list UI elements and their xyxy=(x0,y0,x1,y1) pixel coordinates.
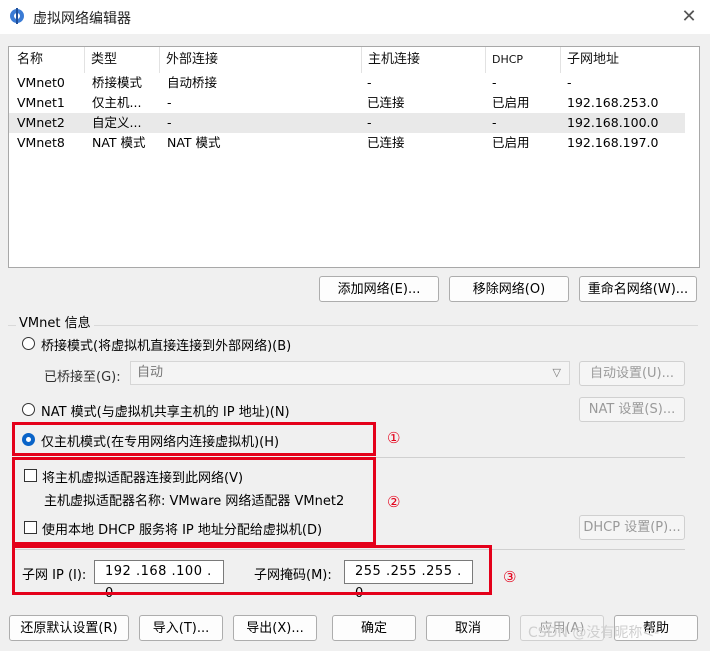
network-table[interactable]: 名称 类型 外部连接 主机连接 DHCP 子网地址 VMnet0 桥接模式 自动… xyxy=(8,46,700,268)
remove-network-button[interactable]: 移除网络(O) xyxy=(449,276,569,302)
column-header-type[interactable]: 类型 xyxy=(84,47,117,73)
cell-name: VMnet1 xyxy=(17,95,65,110)
table-row[interactable]: VMnet0 桥接模式 自动桥接 - - - xyxy=(9,73,685,93)
cancel-button[interactable]: 取消 xyxy=(426,615,510,641)
cell-dhcp: 已启用 xyxy=(492,95,530,110)
cell-type: 桥接模式 xyxy=(92,75,143,90)
restore-defaults-button[interactable]: 还原默认设置(R) xyxy=(9,615,129,641)
cell-external: 自动桥接 xyxy=(167,75,218,90)
window-title: 虚拟网络编辑器 xyxy=(33,11,131,27)
table-row[interactable]: VMnet8 NAT 模式 NAT 模式 已连接 已启用 192.168.197… xyxy=(9,133,685,153)
cell-external: - xyxy=(167,115,172,130)
cell-subnet: 192.168.253.0 xyxy=(567,95,659,110)
close-icon[interactable]: ✕ xyxy=(678,6,700,28)
title-bar: 虚拟网络编辑器 ✕ xyxy=(0,0,710,34)
auto-settings-button[interactable]: 自动设置(U)... xyxy=(579,361,685,386)
cell-subnet: 192.168.197.0 xyxy=(567,135,659,150)
table-row[interactable]: VMnet1 仅主机... - 已连接 已启用 192.168.253.0 xyxy=(9,93,685,113)
vmnet-info-label: VMnet 信息 xyxy=(16,312,94,331)
cell-type: NAT 模式 xyxy=(92,135,146,150)
table-row-selected[interactable]: VMnet2 自定义... - - - 192.168.100.0 xyxy=(9,113,685,133)
column-header-external[interactable]: 外部连接 xyxy=(159,47,218,73)
cell-external: - xyxy=(167,95,172,110)
cell-host: - xyxy=(367,75,372,90)
vmnet-info-frame xyxy=(8,325,698,326)
import-button[interactable]: 导入(T)... xyxy=(139,615,223,641)
dhcp-settings-button[interactable]: DHCP 设置(P)... xyxy=(579,515,685,540)
bridged-to-label: 已桥接至(G): xyxy=(44,370,121,385)
chevron-down-icon: ▽ xyxy=(552,366,561,379)
annotation-number-1: ① xyxy=(387,429,401,447)
nat-radio[interactable] xyxy=(22,403,35,416)
cell-name: VMnet0 xyxy=(17,75,65,90)
ok-button[interactable]: 确定 xyxy=(332,615,416,641)
annotation-box-3 xyxy=(12,545,492,595)
cell-type: 自定义... xyxy=(92,115,142,130)
bridged-label: 桥接模式(将虚拟机直接连接到外部网络)(B) xyxy=(41,339,292,354)
annotation-box-1 xyxy=(12,422,376,456)
cell-subnet: - xyxy=(567,75,572,90)
export-button[interactable]: 导出(X)... xyxy=(233,615,317,641)
watermark: CSDN @没有昵称<- xyxy=(528,625,660,641)
cell-dhcp: - xyxy=(492,115,497,130)
annotation-box-2 xyxy=(12,457,376,545)
cell-name: VMnet2 xyxy=(17,115,65,130)
rename-network-button[interactable]: 重命名网络(W)... xyxy=(579,276,697,302)
nat-settings-button[interactable]: NAT 设置(S)... xyxy=(579,397,685,422)
cell-host: - xyxy=(367,115,372,130)
bridged-radio[interactable] xyxy=(22,337,35,350)
column-header-dhcp[interactable]: DHCP xyxy=(485,47,523,73)
column-header-name[interactable]: 名称 xyxy=(17,47,43,73)
cell-subnet: 192.168.100.0 xyxy=(567,115,659,130)
column-header-host[interactable]: 主机连接 xyxy=(361,47,420,73)
column-header-subnet[interactable]: 子网地址 xyxy=(560,47,619,73)
annotation-number-3: ③ xyxy=(503,568,517,586)
bridged-to-value: 自动 xyxy=(137,365,164,380)
cell-external: NAT 模式 xyxy=(167,135,221,150)
cell-type: 仅主机... xyxy=(92,95,142,110)
network-editor-icon xyxy=(10,8,24,24)
cell-host: 已连接 xyxy=(367,95,405,110)
annotation-number-2: ② xyxy=(387,493,401,511)
cell-name: VMnet8 xyxy=(17,135,65,150)
cell-host: 已连接 xyxy=(367,135,405,150)
cell-dhcp: 已启用 xyxy=(492,135,530,150)
bridged-to-select[interactable]: 自动 ▽ xyxy=(130,361,570,385)
add-network-button[interactable]: 添加网络(E)... xyxy=(319,276,439,302)
nat-label: NAT 模式(与虚拟机共享主机的 IP 地址)(N) xyxy=(41,405,290,420)
cell-dhcp: - xyxy=(492,75,497,90)
